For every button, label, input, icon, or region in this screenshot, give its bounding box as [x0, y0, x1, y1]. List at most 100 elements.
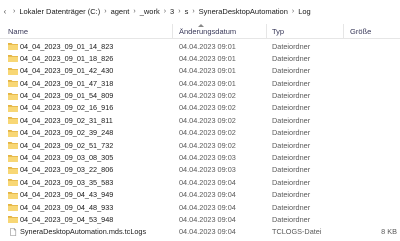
file-list: 04_04_2023_09_01_14_823 04.04.2023 09:01 D…: [0, 40, 400, 238]
chevron-right-icon[interactable]: ›: [161, 8, 169, 15]
file-modified: 04.04.2023 09:02: [179, 115, 236, 125]
file-type: Dateiordner: [272, 66, 311, 76]
file-row[interactable]: 04_04_2023_09_01_47_318 04.04.2023 09:01 D…: [0, 77, 400, 89]
column-divider[interactable]: [343, 24, 344, 38]
file-name: 04_04_2023_09_01_18_826: [20, 53, 114, 63]
file-row[interactable]: 04_04_2023_09_01_18_826 04.04.2023 09:01 D…: [0, 52, 400, 64]
file-modified: 04.04.2023 09:01: [179, 78, 236, 88]
column-header-size[interactable]: Größe: [350, 27, 371, 36]
column-header-type[interactable]: Typ: [272, 27, 284, 36]
file-row[interactable]: 04_04_2023_09_01_42_430 04.04.2023 09:01 D…: [0, 65, 400, 77]
chevron-left-icon[interactable]: ‹: [0, 7, 10, 16]
column-header-modified[interactable]: Änderungsdatum: [179, 27, 236, 36]
file-row[interactable]: 04_04_2023_09_02_31_811 04.04.2023 09:02 D…: [0, 114, 400, 126]
folder-icon: [8, 104, 18, 112]
breadcrumb: › Lokaler Datenträger (C:) › agent › _work › 3 ›…: [10, 7, 312, 16]
file-modified: 04.04.2023 09:02: [179, 128, 236, 138]
file-name: 04_04_2023_09_03_22_806: [20, 165, 114, 175]
file-name: 04_04_2023_09_03_35_583: [20, 177, 114, 187]
file-modified: 04.04.2023 09:01: [179, 53, 236, 63]
address-bar[interactable]: ‹ › Lokaler Datenträger (C:) › agent › _work ›…: [0, 0, 400, 22]
file-name: 04_04_2023_09_03_08_305: [20, 153, 114, 163]
chevron-right-icon[interactable]: ›: [189, 8, 197, 15]
file-type: Dateiordner: [272, 153, 311, 163]
file-modified: 04.04.2023 09:03: [179, 153, 236, 163]
file-size: 8 KB: [381, 227, 397, 237]
chevron-right-icon[interactable]: ›: [10, 8, 18, 15]
chevron-right-icon[interactable]: ›: [101, 8, 109, 15]
folder-icon: [8, 179, 18, 187]
file-name: 04_04_2023_09_04_48_933: [20, 202, 114, 212]
file-type: Dateiordner: [272, 140, 311, 150]
file-row[interactable]: 04_04_2023_09_02_51_732 04.04.2023 09:02 D…: [0, 139, 400, 151]
file-modified: 04.04.2023 09:04: [179, 227, 236, 237]
file-name: 04_04_2023_09_04_43_949: [20, 190, 114, 200]
file-modified: 04.04.2023 09:01: [179, 41, 236, 51]
chevron-right-icon[interactable]: ›: [130, 8, 138, 15]
folder-icon: [8, 154, 18, 162]
file-modified: 04.04.2023 09:01: [179, 66, 236, 76]
file-type: Dateiordner: [272, 190, 311, 200]
breadcrumb-item[interactable]: Log: [297, 7, 312, 16]
folder-icon: [8, 216, 18, 224]
file-row[interactable]: 04_04_2023_09_03_22_806 04.04.2023 09:03 D…: [0, 164, 400, 176]
file-modified: 04.04.2023 09:02: [179, 103, 236, 113]
file-row[interactable]: 04_04_2023_09_04_53_948 04.04.2023 09:04 D…: [0, 213, 400, 225]
file-modified: 04.04.2023 09:02: [179, 140, 236, 150]
file-modified: 04.04.2023 09:04: [179, 202, 236, 212]
file-type: Dateiordner: [272, 78, 311, 88]
folder-icon: [8, 129, 18, 137]
file-type: Dateiordner: [272, 177, 311, 187]
folder-icon: [8, 67, 18, 75]
breadcrumb-item[interactable]: _work: [139, 7, 161, 16]
file-row[interactable]: SyneraDesktopAutomation.mds.tcLogs 04.04.…: [0, 226, 400, 238]
file-name: 04_04_2023_09_02_31_811: [20, 115, 113, 125]
file-type: Dateiordner: [272, 165, 311, 175]
file-row[interactable]: 04_04_2023_09_01_54_809 04.04.2023 09:02 D…: [0, 90, 400, 102]
file-icon: [10, 227, 17, 236]
file-row[interactable]: 04_04_2023_09_02_16_916 04.04.2023 09:02 D…: [0, 102, 400, 114]
file-modified: 04.04.2023 09:04: [179, 190, 236, 200]
file-type: Dateiordner: [272, 115, 311, 125]
file-name: SyneraDesktopAutomation.mds.tcLogs: [20, 227, 147, 237]
chevron-right-icon[interactable]: ›: [289, 8, 297, 15]
breadcrumb-item[interactable]: agent: [110, 7, 131, 16]
file-modified: 04.04.2023 09:04: [179, 214, 236, 224]
file-type: Dateiordner: [272, 103, 311, 113]
file-name: 04_04_2023_09_04_53_948: [20, 214, 114, 224]
file-name: 04_04_2023_09_02_16_916: [20, 103, 114, 113]
file-type: Dateiordner: [272, 53, 311, 63]
column-divider[interactable]: [172, 24, 173, 38]
folder-icon: [8, 92, 18, 100]
file-row[interactable]: 04_04_2023_09_03_35_583 04.04.2023 09:04 D…: [0, 176, 400, 188]
file-modified: 04.04.2023 09:04: [179, 177, 236, 187]
folder-icon: [8, 204, 18, 212]
file-modified: 04.04.2023 09:03: [179, 165, 236, 175]
file-row[interactable]: 04_04_2023_09_04_43_949 04.04.2023 09:04 D…: [0, 189, 400, 201]
file-modified: 04.04.2023 09:02: [179, 91, 236, 101]
file-name: 04_04_2023_09_01_54_809: [20, 91, 114, 101]
file-name: 04_04_2023_09_01_47_318: [20, 78, 114, 88]
column-header-name[interactable]: Name: [8, 27, 28, 36]
folder-icon: [8, 191, 18, 199]
chevron-right-icon[interactable]: ›: [175, 8, 183, 15]
file-name: 04_04_2023_09_02_39_248: [20, 128, 114, 138]
column-divider[interactable]: [266, 24, 267, 38]
file-name: 04_04_2023_09_01_14_823: [20, 41, 114, 51]
breadcrumb-item[interactable]: Lokaler Datenträger (C:): [18, 7, 101, 16]
file-row[interactable]: 04_04_2023_09_02_39_248 04.04.2023 09:02 D…: [0, 127, 400, 139]
file-name: 04_04_2023_09_01_42_430: [20, 66, 114, 76]
file-name: 04_04_2023_09_02_51_732: [20, 140, 114, 150]
folder-icon: [8, 43, 18, 50]
folder-icon: [8, 166, 18, 174]
file-row[interactable]: 04_04_2023_09_04_48_933 04.04.2023 09:04 D…: [0, 201, 400, 213]
file-row[interactable]: 04_04_2023_09_01_14_823 04.04.2023 09:01 D…: [0, 40, 400, 52]
file-type: Dateiordner: [272, 91, 311, 101]
file-type: Dateiordner: [272, 41, 311, 51]
breadcrumb-item[interactable]: SyneraDesktopAutomation: [198, 7, 289, 16]
file-row[interactable]: 04_04_2023_09_03_08_305 04.04.2023 09:03 D…: [0, 152, 400, 164]
column-headers: Name Änderungsdatum Typ Größe: [0, 24, 400, 39]
folder-icon: [8, 80, 18, 88]
folder-icon: [8, 117, 18, 125]
folder-icon: [8, 55, 18, 63]
